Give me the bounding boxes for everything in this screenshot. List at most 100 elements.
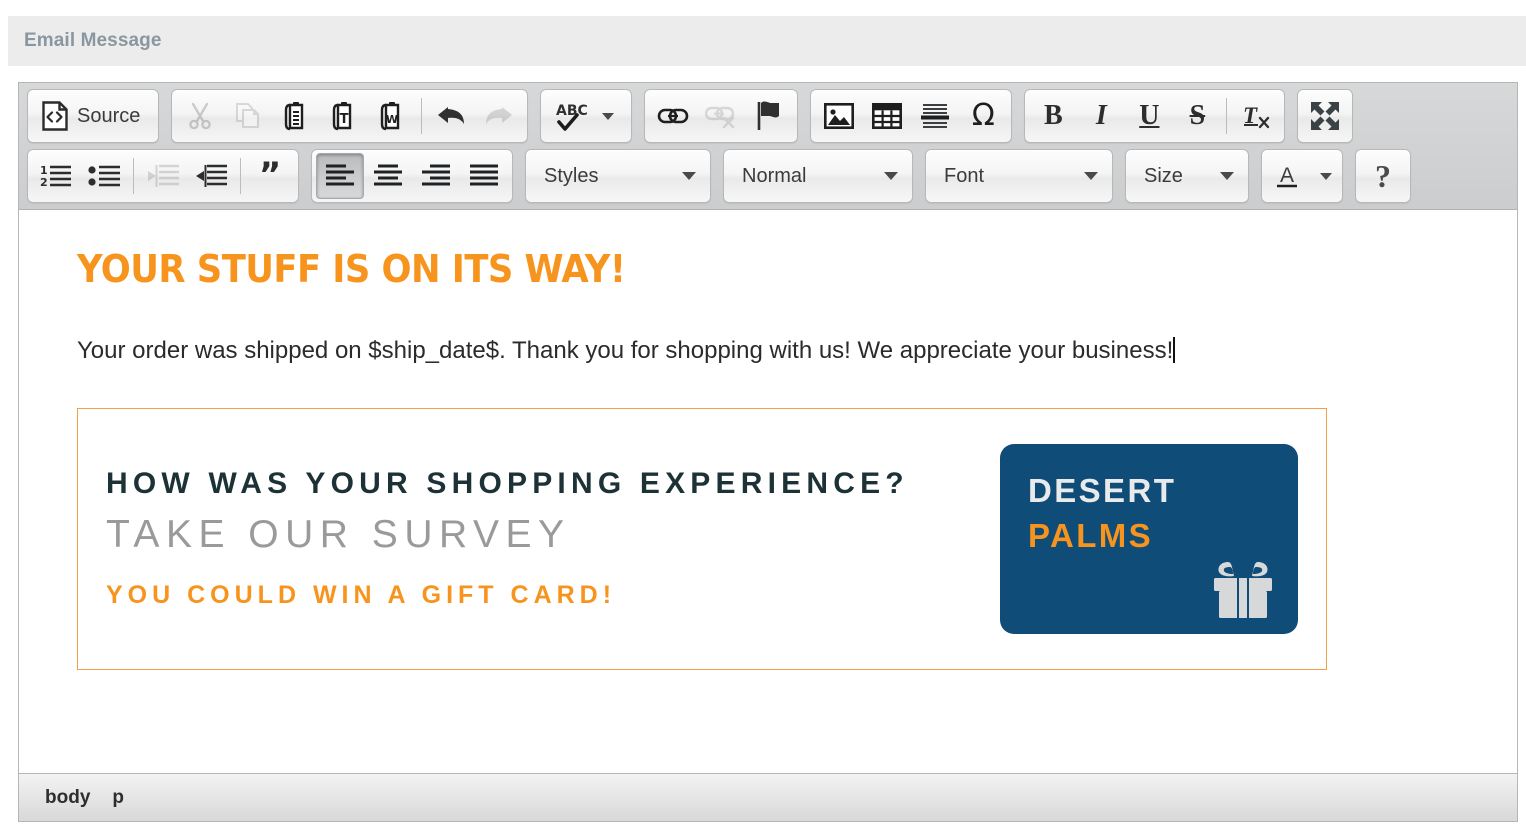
about-button[interactable]: ? (1356, 153, 1410, 199)
anchor-button[interactable] (745, 93, 793, 139)
svg-text:W: W (386, 113, 398, 126)
clipboard-text-icon: T (330, 101, 358, 131)
italic-button[interactable]: I (1077, 93, 1125, 139)
source-button[interactable]: Source (27, 89, 160, 143)
paragraph-format-value: Normal (742, 164, 807, 187)
basic-styles-group: B I U S T (1024, 89, 1286, 143)
spellcheck-group: ABC (540, 89, 633, 143)
chevron-down-icon (1320, 172, 1332, 180)
paste-from-word-button[interactable]: W (368, 93, 416, 139)
chevron-down-icon (602, 112, 615, 120)
numbered-list-button[interactable]: 1 2 (32, 153, 80, 199)
insert-group: Ω (810, 89, 1013, 143)
paragraph-format-dropdown[interactable]: Normal (723, 149, 913, 203)
maximize-group (1297, 89, 1354, 143)
source-button-label: Source (77, 104, 141, 127)
chevron-down-icon (1084, 172, 1098, 180)
link-button[interactable] (649, 93, 697, 139)
bulleted-list-icon (88, 163, 120, 189)
question-mark-icon: ? (1375, 158, 1391, 194)
image-button[interactable] (815, 93, 863, 139)
toolbar-row-1: Source T W ABC Ω B I U S T (19, 89, 1517, 149)
indent-icon (195, 163, 227, 189)
styles-dropdown[interactable]: Styles (525, 149, 711, 203)
align-left-button[interactable] (316, 153, 364, 199)
svg-text:ABC: ABC (556, 103, 588, 119)
toolbar-separator (133, 158, 134, 194)
italic-icon: I (1095, 100, 1107, 131)
svg-text:T: T (340, 112, 349, 127)
rich-text-editor: Source T W ABC Ω B I U S T 1 2 ” Styles … (18, 82, 1518, 822)
styles-dropdown-value: Styles (544, 164, 599, 187)
email-editor-app: Email Message Source T W ABC Ω B I U S T… (0, 0, 1526, 840)
gift-card-line-1: DESERT (1028, 471, 1177, 509)
bulleted-list-button[interactable] (80, 153, 128, 199)
banner-text-block: HOW WAS YOUR SHOPPING EXPERIENCE? TAKE O… (78, 467, 1000, 610)
table-button[interactable] (863, 93, 911, 139)
clipboard-word-icon: W (378, 101, 406, 131)
scissors-icon (186, 102, 214, 130)
cut-button[interactable] (176, 93, 224, 139)
help-group: ? (1355, 149, 1411, 203)
font-name-value: Font (944, 164, 985, 187)
align-right-button[interactable] (412, 153, 460, 199)
blockquote-button[interactable]: ” (246, 153, 294, 199)
align-justify-icon (469, 164, 499, 188)
underline-icon: U (1139, 100, 1160, 131)
undo-button[interactable] (427, 93, 475, 139)
clipboard-group: T W (171, 89, 529, 143)
justify-button[interactable] (460, 153, 508, 199)
align-center-icon (373, 164, 403, 188)
banner-line-2: TAKE OUR SURVEY (106, 513, 571, 557)
email-paragraph: Your order was shipped on $ship_date$. T… (77, 336, 1459, 366)
remove-format-button[interactable]: T (1232, 93, 1280, 139)
abc-checkmark-icon: ABC (554, 99, 596, 133)
text-caret (1173, 336, 1176, 363)
underline-button[interactable]: U (1125, 93, 1173, 139)
decrease-indent-button[interactable] (139, 153, 187, 199)
elements-path: body p (19, 773, 1517, 821)
flag-icon (755, 101, 783, 131)
banner-line-3: YOU COULD WIN A GIFT CARD! (106, 581, 617, 610)
align-left-icon (325, 164, 355, 188)
copy-button[interactable] (224, 93, 272, 139)
spell-check-button[interactable]: ABC (544, 93, 628, 139)
page-title: Email Message (24, 30, 162, 51)
horizontal-line-icon (920, 102, 950, 130)
unlink-button[interactable] (697, 93, 745, 139)
svg-text:A: A (1280, 164, 1294, 187)
chevron-down-icon (1220, 172, 1234, 180)
undo-arrow-icon (436, 104, 466, 128)
source-code-icon (42, 101, 68, 131)
text-color-icon: A (1274, 161, 1300, 191)
special-character-button[interactable]: Ω (959, 93, 1007, 139)
font-name-dropdown[interactable]: Font (925, 149, 1113, 203)
picture-icon (824, 103, 855, 129)
quotation-marks-icon: ” (258, 155, 282, 196)
editor-toolbox: Source T W ABC Ω B I U S T 1 2 ” Styles … (19, 83, 1517, 210)
elements-path-body[interactable]: body (45, 787, 90, 809)
strikethrough-icon: S (1189, 100, 1206, 131)
banner-line-1: HOW WAS YOUR SHOPPING EXPERIENCE? (106, 467, 909, 501)
editing-area[interactable]: YOUR STUFF IS ON ITS WAY! Your order was… (19, 210, 1517, 773)
text-color-button[interactable]: A (1261, 149, 1343, 203)
clipboard-icon (282, 101, 310, 131)
toolbar-row-2: 1 2 ” Styles Normal Font Size A ? (19, 149, 1517, 205)
bold-button[interactable]: B (1029, 93, 1077, 139)
redo-button[interactable] (475, 93, 523, 139)
survey-banner-image[interactable]: HOW WAS YOUR SHOPPING EXPERIENCE? TAKE O… (77, 407, 1327, 670)
font-size-dropdown[interactable]: Size (1125, 149, 1249, 203)
align-center-button[interactable] (364, 153, 412, 199)
omega-icon: Ω (971, 98, 995, 133)
paste-as-plain-text-button[interactable]: T (320, 93, 368, 139)
elements-path-p[interactable]: p (112, 787, 124, 809)
email-document: YOUR STUFF IS ON ITS WAY! Your order was… (19, 249, 1517, 670)
svg-text:2: 2 (40, 176, 48, 189)
toolbar-separator (1226, 98, 1228, 134)
maximize-button[interactable] (1301, 93, 1349, 139)
horizontal-rule-button[interactable] (911, 93, 959, 139)
increase-indent-button[interactable] (187, 153, 235, 199)
paste-button[interactable] (272, 93, 320, 139)
outdent-icon (147, 163, 179, 189)
strikethrough-button[interactable]: S (1173, 93, 1221, 139)
